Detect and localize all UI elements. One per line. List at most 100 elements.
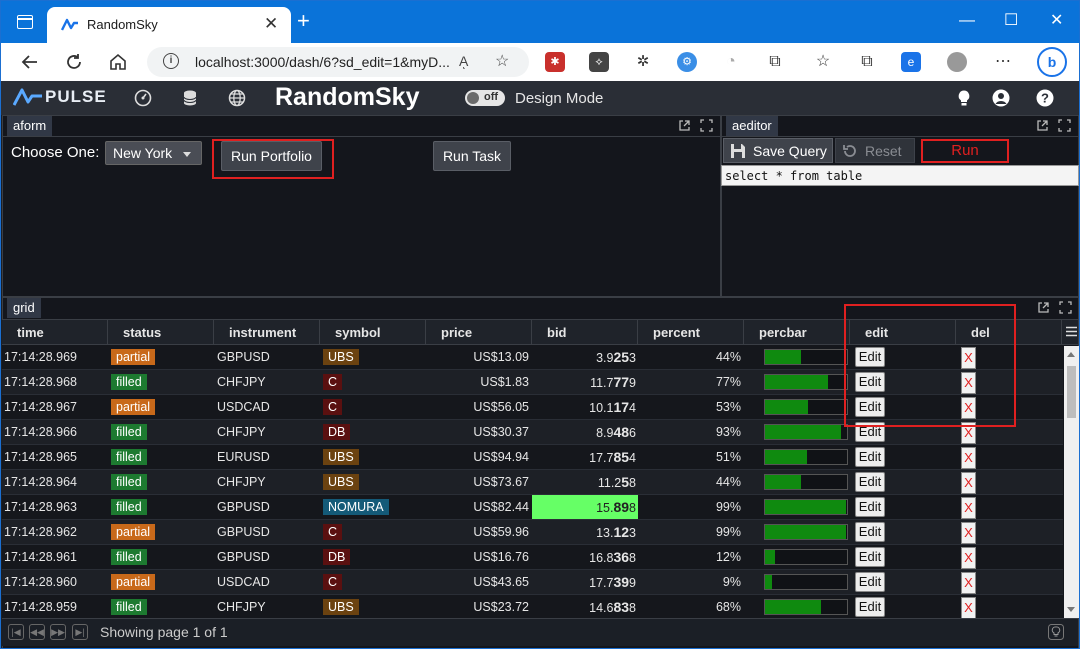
percent-value: 51% <box>715 450 741 464</box>
delete-button[interactable]: X <box>961 572 976 594</box>
grid-tab[interactable]: grid <box>7 298 41 318</box>
cell-status: filled <box>111 470 214 494</box>
col-header-status[interactable]: status <box>108 320 214 345</box>
maximize-icon[interactable] <box>1058 119 1071 132</box>
read-aloud-icon[interactable]: Aͅ <box>459 53 468 69</box>
collections-icon[interactable]: ⧉ <box>857 52 877 72</box>
maximize-button[interactable]: ☐ <box>1004 11 1018 31</box>
tab-title: RandomSky <box>87 17 158 32</box>
col-header-percbar[interactable]: percbar <box>744 320 850 345</box>
extension-bug-icon[interactable]: ✱ <box>545 52 565 72</box>
run-task-button[interactable]: Run Task <box>433 141 511 171</box>
grid-scrollbar[interactable] <box>1064 346 1079 618</box>
more-icon[interactable]: ⋯ <box>993 52 1013 72</box>
reset-button[interactable]: Reset <box>835 138 915 163</box>
delete-button[interactable]: X <box>961 472 976 494</box>
lightbulb-icon[interactable] <box>1048 624 1064 640</box>
scroll-up-icon[interactable] <box>1067 352 1075 357</box>
browser-tab[interactable]: RandomSky ✕ <box>47 7 291 43</box>
last-page-icon[interactable]: ▶| <box>72 624 88 640</box>
edit-button[interactable]: Edit <box>855 447 885 467</box>
info-icon[interactable]: i <box>163 53 179 69</box>
col-header-symbol[interactable]: symbol <box>320 320 426 345</box>
extension-globe-icon[interactable]: ⚙ <box>677 52 697 72</box>
table-row[interactable]: 17:14:28.961 filled GBPUSD DB US$16.76 16.836… <box>2 545 1063 570</box>
edit-button[interactable]: Edit <box>855 597 885 617</box>
app-name: RandomSky <box>275 83 420 111</box>
col-header-instrument[interactable]: instrument <box>214 320 320 345</box>
extension-share-icon[interactable]: ⟡ <box>589 52 609 72</box>
cell-bid: 16.8368 <box>532 545 638 569</box>
new-tab-button[interactable]: + <box>297 10 310 32</box>
extension-disabled-icon[interactable]: ◔ <box>721 52 741 72</box>
bing-icon[interactable]: b <box>1037 47 1067 77</box>
col-header-bid[interactable]: bid <box>532 320 638 345</box>
extension-spider-icon[interactable]: ✲ <box>633 52 653 72</box>
city-select[interactable]: New York <box>105 141 202 165</box>
extension-icon[interactable]: ⧉ <box>765 52 785 72</box>
favorites-icon[interactable]: ☆ <box>813 52 833 72</box>
col-header-price[interactable]: price <box>426 320 532 345</box>
refresh-icon[interactable] <box>63 51 85 73</box>
close-window-button[interactable]: ✕ <box>1050 11 1063 31</box>
hamburger-icon[interactable] <box>1066 326 1077 337</box>
edit-button[interactable]: Edit <box>855 472 885 492</box>
url-field[interactable]: i localhost:3000/dash/6?sd_edit=1&myD...… <box>147 47 529 77</box>
status-badge: filled <box>111 599 147 615</box>
edge-icon[interactable]: e <box>901 52 921 72</box>
popout-icon[interactable] <box>1036 119 1049 132</box>
tab-close-icon[interactable]: ✕ <box>264 14 278 34</box>
user-icon[interactable] <box>992 89 1010 107</box>
symbol-badge: NOMURA <box>323 499 389 515</box>
favorites-add-icon[interactable]: ☆ <box>495 51 509 71</box>
col-header-percent[interactable]: percent <box>638 320 744 345</box>
back-arrow-icon[interactable] <box>19 51 41 73</box>
edit-button[interactable]: Edit <box>855 547 885 567</box>
save-query-button[interactable]: Save Query <box>723 138 833 163</box>
table-row[interactable]: 17:14:28.965 filled EURUSD UBS US$94.94 17.78… <box>2 445 1063 470</box>
run-button[interactable]: Run <box>921 139 1009 163</box>
tab-actions-icon[interactable] <box>17 15 33 29</box>
delete-button[interactable]: X <box>961 522 976 544</box>
maximize-icon[interactable] <box>700 119 713 132</box>
prev-page-icon[interactable]: ◀◀ <box>29 624 45 640</box>
lightbulb-icon[interactable] <box>955 89 973 107</box>
globe-icon[interactable] <box>228 89 246 107</box>
aeditor-tab[interactable]: aeditor <box>726 116 778 136</box>
dashboard-icon[interactable] <box>134 89 152 107</box>
minimize-button[interactable]: — <box>959 11 975 31</box>
design-mode-toggle[interactable]: off <box>465 90 505 106</box>
home-icon[interactable] <box>107 51 129 73</box>
table-row[interactable]: 17:14:28.963 filled GBPUSD NOMURA US$82.44 15… <box>2 495 1063 520</box>
run-portfolio-button[interactable]: Run Portfolio <box>221 141 322 171</box>
cell-percent: 12% <box>638 545 741 569</box>
table-row[interactable]: 17:14:28.962 partial GBPUSD C US$59.96 13.123… <box>2 520 1063 545</box>
col-header-time[interactable]: time <box>2 320 108 345</box>
delete-button[interactable]: X <box>961 547 976 569</box>
next-page-icon[interactable]: ▶▶ <box>50 624 66 640</box>
aform-tab[interactable]: aform <box>7 116 53 136</box>
cell-symbol: UBS <box>323 445 426 469</box>
help-icon[interactable]: ? <box>1036 89 1054 107</box>
edit-button[interactable]: Edit <box>855 497 885 517</box>
first-page-icon[interactable]: |◀ <box>8 624 24 640</box>
popout-icon[interactable] <box>678 119 691 132</box>
cell-symbol: UBS <box>323 595 426 619</box>
edit-button[interactable]: Edit <box>855 572 885 592</box>
edit-button[interactable]: Edit <box>855 522 885 542</box>
sql-editor[interactable]: select * from table <box>721 165 1079 186</box>
table-row[interactable]: 17:14:28.959 filled CHFJPY UBS US$23.72 14.68… <box>2 595 1063 620</box>
profile-icon[interactable] <box>947 52 967 72</box>
table-row[interactable]: 17:14:28.960 partial USDCAD C US$43.65 17.739… <box>2 570 1063 595</box>
table-row[interactable]: 17:14:28.964 filled CHFJPY UBS US$73.67 11.25… <box>2 470 1063 495</box>
scroll-thumb[interactable] <box>1067 366 1076 418</box>
delete-button[interactable]: X <box>961 447 976 469</box>
database-icon[interactable] <box>181 89 199 107</box>
scroll-down-icon[interactable] <box>1067 607 1075 612</box>
delete-button[interactable]: X <box>961 497 976 519</box>
popout-icon[interactable] <box>1037 301 1050 314</box>
maximize-icon[interactable] <box>1059 301 1072 314</box>
delete-button[interactable]: X <box>961 597 976 619</box>
percbar <box>764 399 848 415</box>
url-text[interactable]: localhost:3000/dash/6?sd_edit=1&myD... <box>195 54 450 70</box>
